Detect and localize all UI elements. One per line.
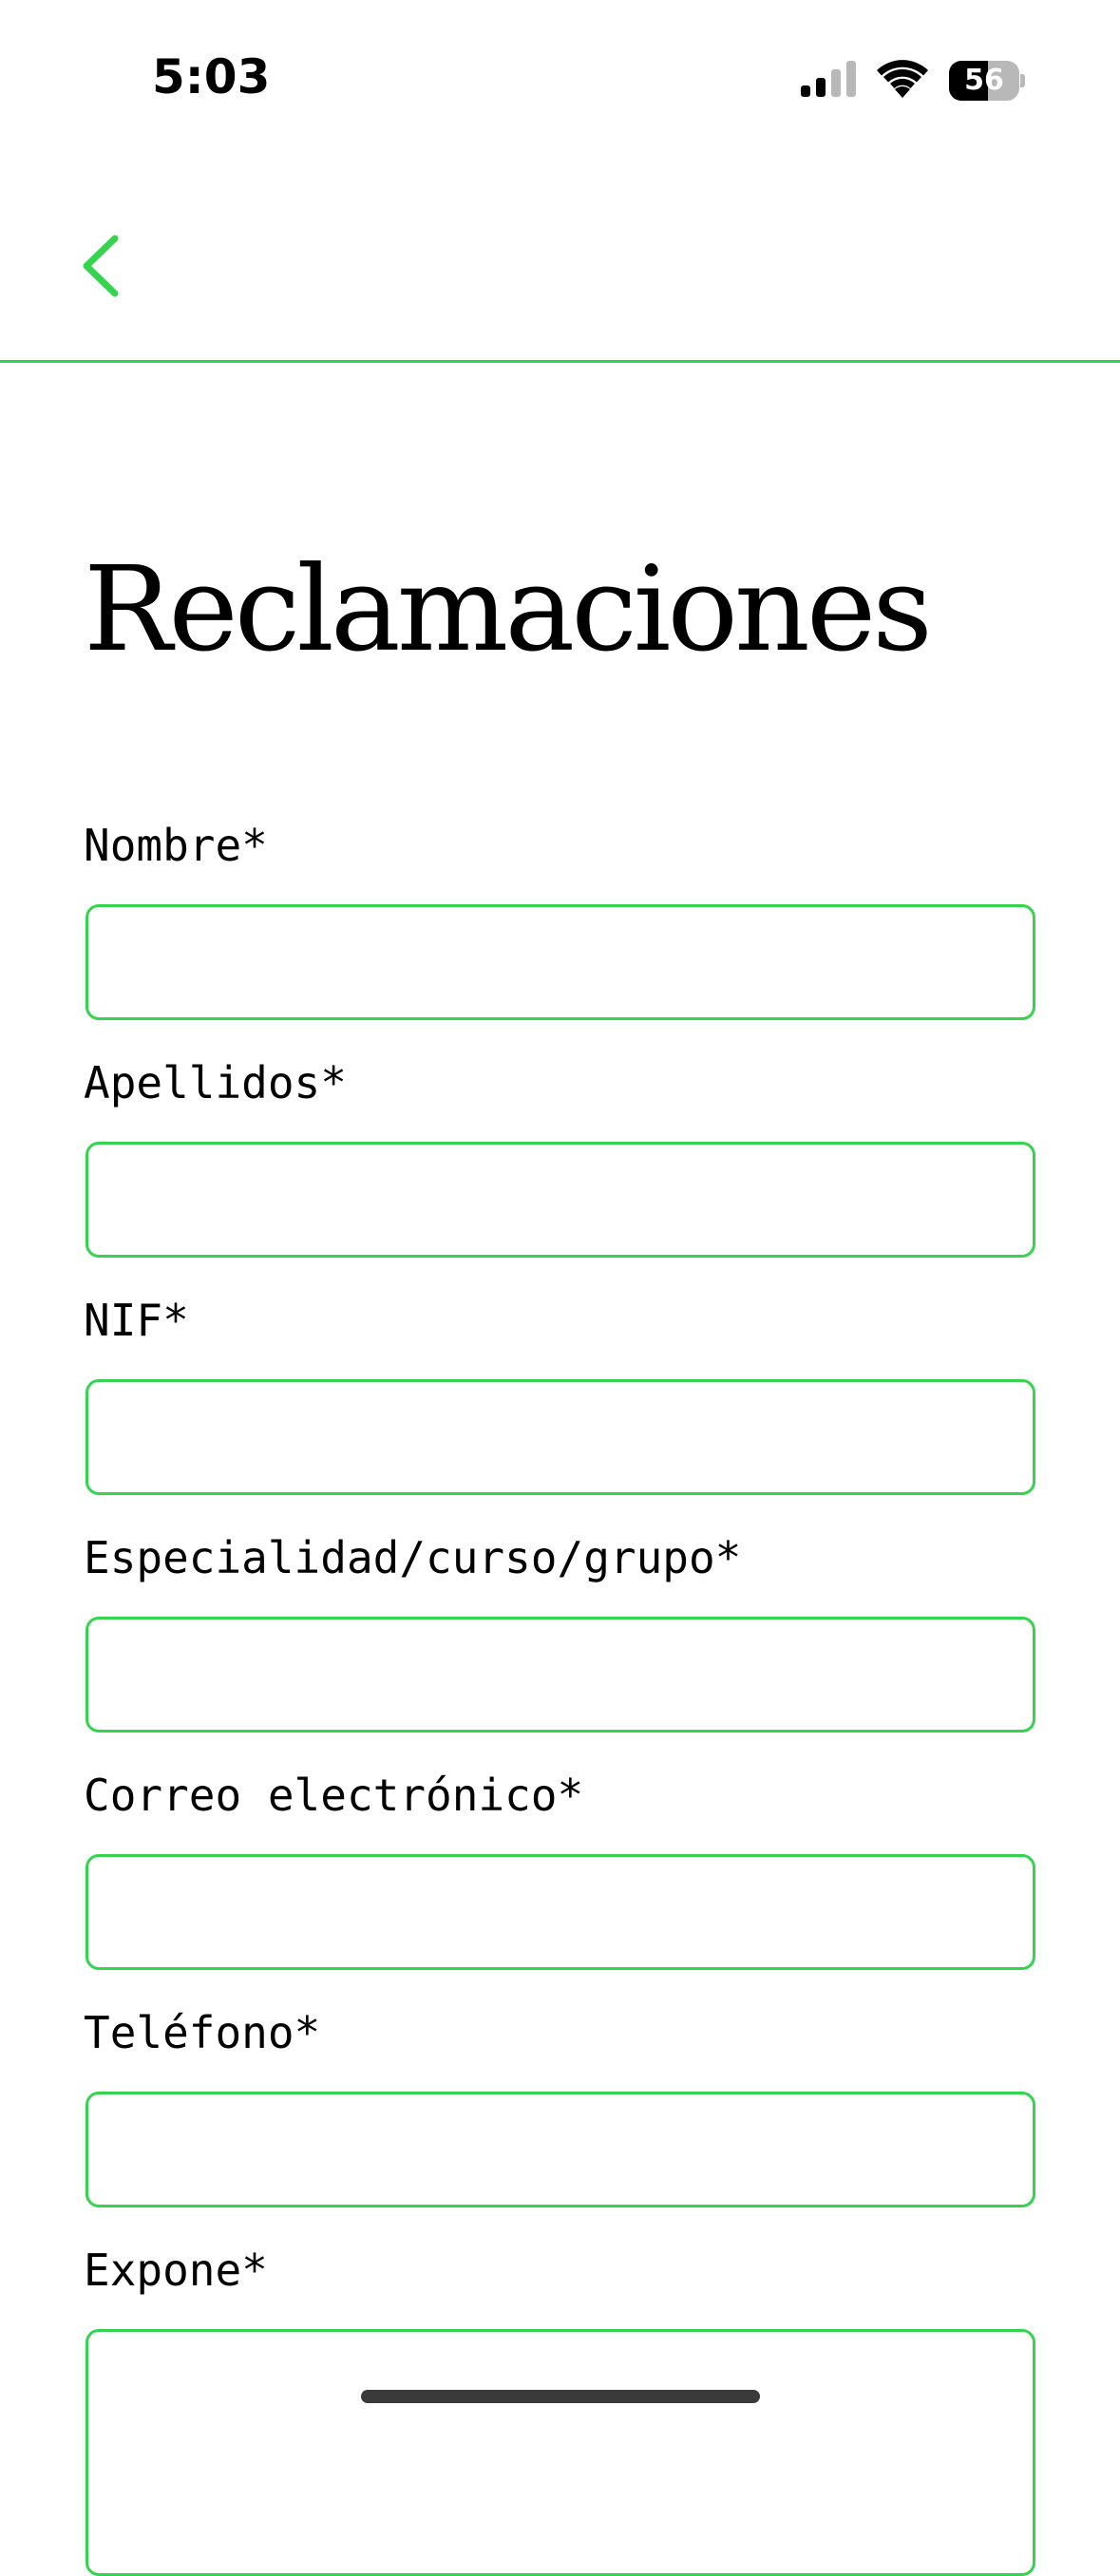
field-label-correo: Correo electrónico* [84,1770,584,1821]
field-label-telefono: Teléfono* [84,2007,321,2058]
field-label-expone: Expone* [84,2245,268,2296]
field-label-nombre: Nombre* [84,820,268,871]
nif-input[interactable] [85,1379,1035,1495]
nav-bar [0,171,1120,363]
field-nombre: Nombre* [84,817,1035,1020]
especialidad-input[interactable] [85,1617,1035,1733]
battery-icon: 56 [949,61,1025,101]
field-apellidos: Apellidos* [84,1054,1035,1258]
field-label-apellidos: Apellidos* [84,1057,347,1108]
wifi-icon [877,60,928,102]
email-input[interactable] [85,1854,1035,1970]
field-label-nif: NIF* [84,1295,189,1346]
page-title: Reclamaciones [84,541,933,678]
field-especialidad: Especialidad/curso/grupo* [84,1529,1035,1733]
back-button[interactable] [66,228,133,304]
cellular-signal-icon [801,61,856,101]
apellidos-input[interactable] [85,1142,1035,1258]
telefono-input[interactable] [85,2092,1035,2207]
field-expone: Expone* [84,2242,1035,2576]
field-nif: NIF* [84,1292,1035,1495]
status-icons: 56 [801,57,1025,104]
chevron-left-icon [83,235,119,297]
complaint-form: Nombre* Apellidos* NIF* Especialidad/cur… [84,817,1035,2576]
expone-textarea[interactable] [85,2329,1035,2576]
field-label-especialidad: Especialidad/curso/grupo* [84,1532,742,1583]
battery-level: 56 [964,64,1004,97]
status-bar: 5:03 56 [0,0,1120,171]
home-indicator[interactable] [361,2390,760,2403]
nombre-input[interactable] [85,904,1035,1020]
field-correo: Correo electrónico* [84,1767,1035,1970]
field-telefono: Teléfono* [84,2004,1035,2207]
status-time: 5:03 [152,49,271,104]
